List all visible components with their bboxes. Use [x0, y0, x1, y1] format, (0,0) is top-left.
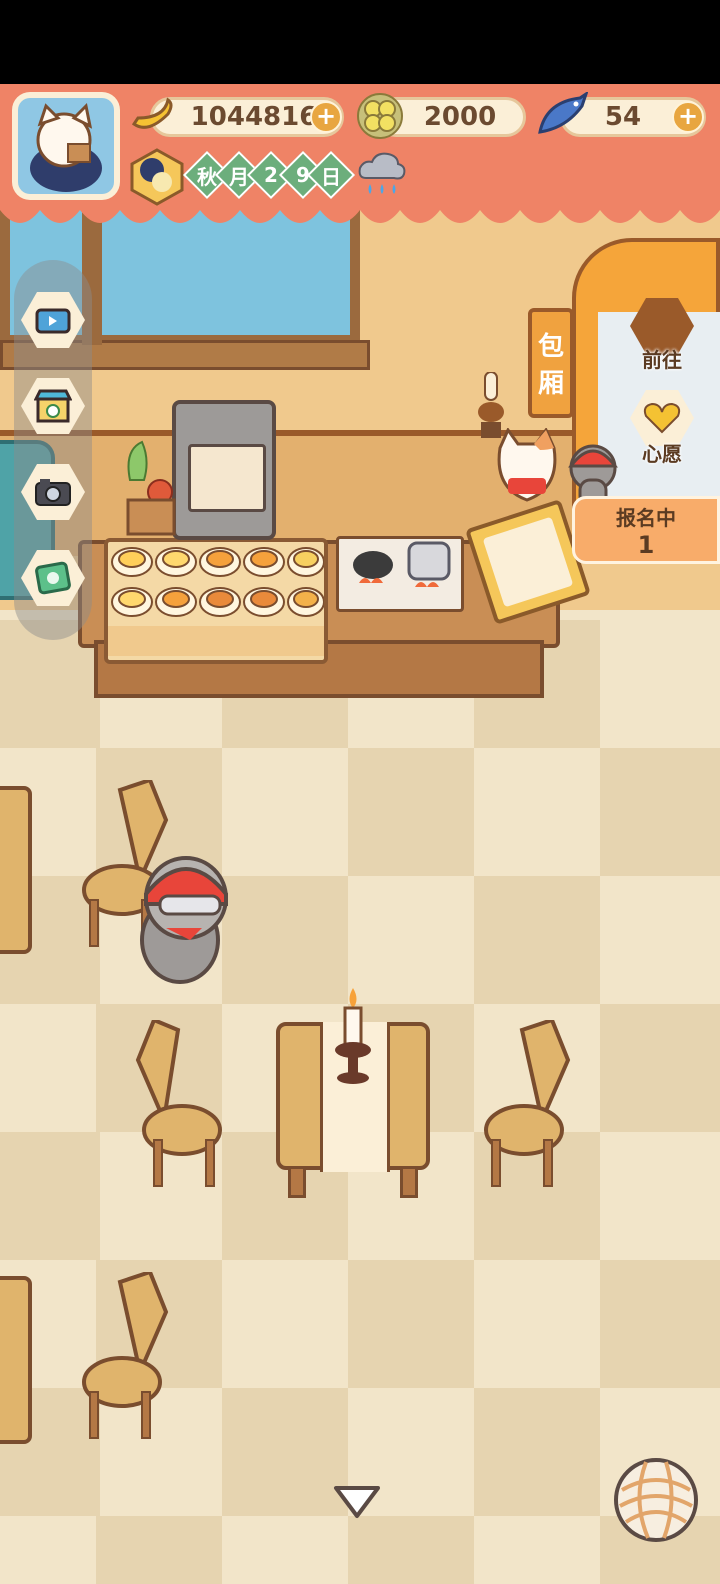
- food-display[interactable]: [104, 538, 328, 664]
- wish-button[interactable]: 心愿: [624, 390, 700, 466]
- clover-value: 2000: [423, 102, 497, 132]
- table-left-bottom: [0, 1276, 32, 1444]
- rain-cloud-icon[interactable]: [356, 150, 408, 200]
- stove[interactable]: [336, 536, 464, 612]
- date-day-digit-1: 2: [264, 163, 278, 187]
- date-month-label: 月: [229, 164, 249, 189]
- table-leg: [288, 1166, 306, 1198]
- go-button-label: 前往: [642, 348, 682, 372]
- registration-badge[interactable]: 报名中 1: [572, 496, 720, 564]
- status-bar: [0, 0, 720, 84]
- clover-icon: [356, 92, 404, 140]
- yarn-ball-icon: [614, 1458, 698, 1542]
- fish-icon: [536, 90, 589, 140]
- oil-lamp: [476, 371, 506, 442]
- chair: [80, 1269, 170, 1442]
- oven[interactable]: [172, 400, 276, 540]
- date-display: 秋 月 2 9 日: [182, 150, 356, 200]
- add-banana-button[interactable]: +: [310, 101, 342, 133]
- banana-value: 1044816: [190, 102, 318, 132]
- registration-label: 报名中: [616, 505, 676, 530]
- private-room-sign: 包 厢: [528, 308, 574, 418]
- season-clock-icon[interactable]: [128, 148, 186, 206]
- vegetable-basket: [120, 440, 176, 536]
- sign-char-2: 厢: [537, 369, 564, 399]
- chair: [134, 1017, 224, 1190]
- candle: [332, 986, 374, 1086]
- tv-icon: [35, 308, 71, 334]
- ticket-icon: [35, 561, 71, 595]
- avatar-portrait: [18, 98, 114, 194]
- fish-value: 54: [604, 102, 642, 132]
- go-button[interactable]: 前往: [624, 298, 700, 374]
- hud-scallop: [0, 200, 720, 223]
- registration-count: 1: [637, 530, 655, 559]
- date-season: 秋: [197, 164, 217, 189]
- wish-button-label: 心愿: [642, 442, 682, 466]
- collapse-arrow-icon[interactable]: [332, 1482, 382, 1522]
- avatar[interactable]: [12, 92, 120, 200]
- yarn-ball-button[interactable]: [612, 1456, 700, 1544]
- date-day-label: 日: [321, 164, 341, 189]
- sign-char-1: 包: [537, 332, 564, 362]
- camera-icon: [35, 479, 71, 506]
- add-fish-button[interactable]: +: [672, 101, 704, 133]
- helmet-cat[interactable]: [130, 840, 240, 984]
- shop-icon: [34, 389, 72, 423]
- table-leg: [400, 1166, 418, 1198]
- banana-icon: [128, 94, 176, 138]
- chair: [482, 1017, 572, 1190]
- table-left-top: [0, 786, 32, 954]
